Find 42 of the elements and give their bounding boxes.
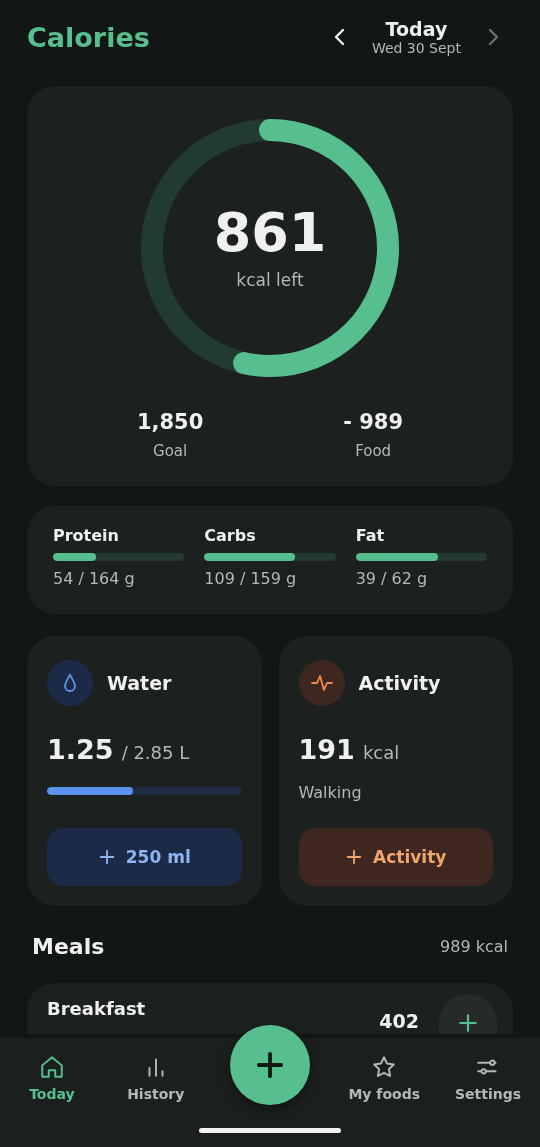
add-water-button[interactable]: 250 ml	[47, 828, 242, 886]
calories-left-value: 861	[213, 206, 327, 260]
water-title: Water	[107, 672, 172, 694]
meal-card[interactable]: Breakfast 402	[27, 983, 513, 1034]
nav-tab[interactable]: History	[103, 1054, 208, 1102]
plus-icon	[457, 1012, 479, 1034]
stat-value: - 989	[343, 410, 404, 434]
macro-reading: 54 / 164 g	[53, 569, 136, 588]
macro-name: Protein	[53, 526, 120, 545]
plus-icon	[97, 848, 116, 866]
star-icon	[371, 1054, 398, 1080]
meal-name: Breakfast	[47, 998, 146, 1020]
meals-heading: Meals	[32, 934, 105, 959]
activity-amount: 191	[298, 734, 355, 765]
add-meal-button[interactable]	[439, 994, 497, 1034]
day-label: Today	[385, 18, 448, 40]
pulse-icon	[310, 674, 333, 692]
meal-calories: 402	[379, 1010, 419, 1033]
activity-unit: kcal	[362, 742, 400, 763]
activity-title: Activity	[358, 672, 441, 694]
water-amount: 1.25	[47, 734, 114, 765]
stat-label: Goal	[153, 442, 188, 460]
calories-left-label: kcal left	[236, 270, 304, 290]
nav-tab[interactable]: My foods	[332, 1054, 437, 1102]
nav-tab[interactable]: Today	[0, 1054, 104, 1102]
plus-icon	[345, 848, 364, 866]
activity-detail: Walking	[298, 783, 363, 802]
stat-value: 1,850	[136, 410, 204, 434]
nav-tab[interactable]: Settings	[436, 1054, 540, 1102]
macro-reading: 39 / 62 g	[355, 569, 429, 588]
meals-total: 989 kcal	[440, 937, 508, 956]
water-drop-icon	[62, 673, 78, 693]
stat-label: Food	[355, 442, 392, 460]
date-label: Wed 30 Sept	[371, 40, 461, 56]
macro-name: Fat	[355, 526, 386, 545]
home-icon	[38, 1054, 65, 1080]
macro-name: Carbs	[204, 526, 257, 545]
macro-reading: 109 / 159 g	[204, 569, 298, 588]
plus-icon	[254, 1049, 286, 1081]
screen-title: Calories	[27, 21, 150, 53]
add-activity-button[interactable]: Activity	[298, 828, 493, 886]
water-target: / 2.85 L	[121, 742, 190, 763]
